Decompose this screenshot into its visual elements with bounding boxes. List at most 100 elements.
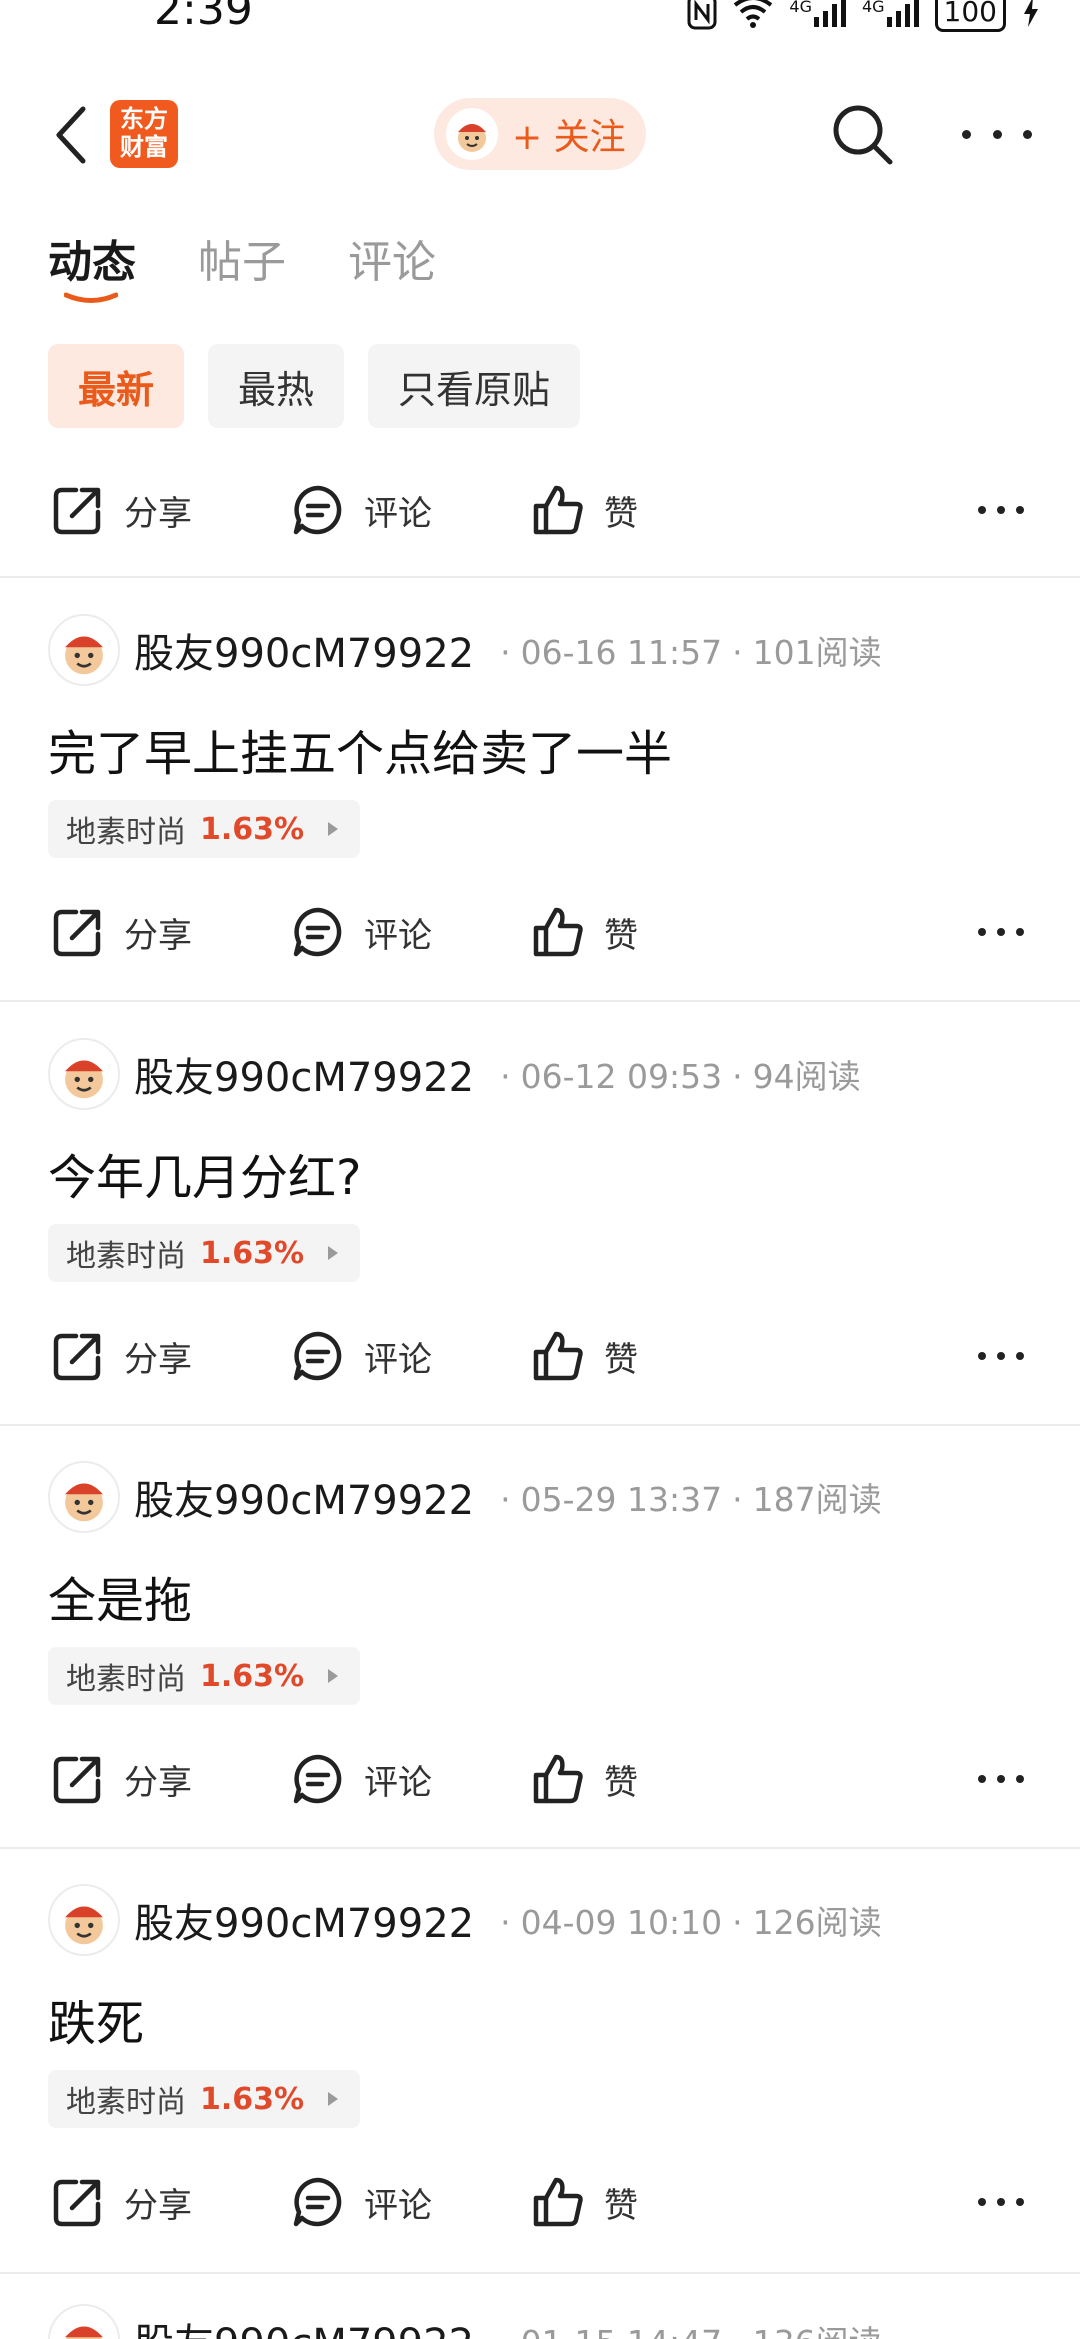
username[interactable]: 股友990cM79922 [134,621,474,679]
like-label: 赞 [604,493,638,534]
more-horizontal-icon [978,1775,986,1783]
chevron-left-icon [56,106,86,164]
more-horizontal-icon [978,928,986,936]
play-arrow-icon [328,2092,339,2106]
like-button[interactable]: 赞 [530,892,638,972]
comment-icon [293,907,342,957]
logo-line-1: 东方 [120,105,168,133]
like-button[interactable]: 赞 [530,1316,638,1396]
user-avatar-icon [65,2326,103,2339]
comment-button[interactable]: 评论 [290,892,432,972]
read-count: 187阅读 [752,1480,882,1519]
post-item[interactable]: 股友990cM79922 · 04-09 10:10 · 126阅读 跌死 地素时尚 … [0,1848,1080,2272]
post-header: 股友990cM79922 · 05-29 13:37 · 187阅读 [48,1461,882,1533]
back-button[interactable] [40,102,100,168]
comment-icon [293,2177,342,2227]
read-count: 136阅读 [753,2323,882,2339]
tab-comments[interactable]: 评论 [348,226,436,290]
stock-name: 地素时尚 [66,1239,186,1274]
share-button[interactable]: 分享 [50,1316,192,1396]
comment-icon [293,1754,342,1804]
stock-change: 1.63% [200,1658,305,1694]
comment-label: 评论 [364,915,432,956]
comment-button[interactable]: 评论 [290,2162,432,2242]
filter-original-only[interactable]: 只看原贴 [368,344,581,428]
avatar[interactable] [48,1884,120,1956]
search-button[interactable] [826,98,898,170]
more-menu-button[interactable] [962,114,1032,154]
more-dot [997,928,1005,936]
stock-tag[interactable]: 地素时尚 1.63% [48,1647,361,1705]
filter-latest[interactable]: 最新 [48,344,185,428]
share-button[interactable]: 分享 [50,470,192,550]
tab-dynamics[interactable]: 动态 [48,226,136,303]
battery-indicator: 100 [934,0,1006,32]
username[interactable]: 股友990cM79922 [134,1891,474,1949]
comment-label: 评论 [364,2185,432,2226]
more-dot [992,129,1002,139]
share-icon [53,2179,101,2227]
wifi-icon [734,0,773,28]
post-more-button[interactable] [978,500,1024,520]
thumbs-up-icon [533,1754,583,1804]
search-icon [833,105,893,165]
post-more-button[interactable] [978,922,1024,942]
post-more-button[interactable] [978,1346,1024,1366]
comment-button[interactable]: 评论 [290,1316,432,1396]
username[interactable]: 股友990cM79922 [134,1045,474,1103]
comment-button[interactable]: 评论 [290,1739,432,1819]
network-label-2: 4G [861,0,885,16]
avatar[interactable] [48,1461,120,1533]
share-icon [53,487,101,535]
tab-posts[interactable]: 帖子 [198,226,286,290]
avatar[interactable] [48,2304,120,2339]
like-button[interactable]: 赞 [530,1739,638,1819]
follow-button[interactable]: + 关注 [434,98,646,170]
share-button[interactable]: 分享 [50,1739,192,1819]
post-more-button[interactable] [978,2192,1024,2212]
nav-bar: 东方 财富 + 关注 [0,90,1080,180]
play-arrow-icon [328,822,339,836]
share-button[interactable]: 分享 [50,892,192,972]
share-label: 分享 [124,915,192,956]
post-item[interactable]: 股友990cM79922 · 06-12 09:53 · 94阅读 今年几月分红? 地… [0,1002,1080,1426]
more-dot [997,1352,1005,1360]
post-action-row: 分享 评论 赞 [0,892,1080,972]
username[interactable]: 股友990cM79922 [134,2311,474,2339]
like-label: 赞 [604,1339,638,1380]
post-content[interactable]: 全是拖 [48,1561,192,1631]
charging-icon [1024,0,1038,27]
avatar[interactable] [48,614,120,686]
post-more-button[interactable] [978,1769,1024,1789]
avatar[interactable] [48,1038,120,1110]
post-content[interactable]: 跌死 [48,1984,144,2054]
nfc-icon [687,0,717,30]
more-dot [1016,928,1024,936]
post-content[interactable]: 今年几月分红? [48,1138,361,1208]
like-button[interactable]: 赞 [530,470,638,550]
status-bar: 2:39 4G 4G 100 [0,0,1080,40]
post-item[interactable]: 股友990cM79922 · 06-16 11:57 · 101阅读 完了早上挂五个点… [0,578,1080,1002]
stock-change: 1.63% [200,811,305,847]
post-item-partial[interactable]: 股友990cM79922 ·01-15 14:47·136阅读 [0,2276,1080,2339]
comment-label: 评论 [364,493,432,534]
stock-tag[interactable]: 地素时尚 1.63% [48,800,361,858]
avatar [446,108,498,160]
post-header: 股友990cM79922 · 04-09 10:10 · 126阅读 [48,1884,882,1956]
share-icon [53,1756,101,1804]
share-icon [53,909,101,957]
post-date: 06-12 09:53 [520,1057,723,1096]
share-button[interactable]: 分享 [50,2162,192,2242]
comment-button[interactable]: 评论 [290,470,432,550]
play-arrow-icon [328,1246,339,1260]
post-item[interactable]: 股友990cM79922 · 05-29 13:37 · 187阅读 全是拖 地素时尚… [0,1425,1080,1849]
post-action-row: 分享 评论 赞 [0,1739,1080,1819]
post-content[interactable]: 完了早上挂五个点给卖了一半 [48,714,672,784]
like-button[interactable]: 赞 [530,2162,638,2242]
stock-tag[interactable]: 地素时尚 1.63% [48,2070,361,2128]
post-header: 股友990cM79922 ·01-15 14:47·136阅读 [48,2304,882,2339]
username[interactable]: 股友990cM79922 [134,1468,474,1526]
stock-tag[interactable]: 地素时尚 1.63% [48,1224,361,1282]
more-dot [997,506,1005,514]
filter-hottest[interactable]: 最热 [208,344,345,428]
